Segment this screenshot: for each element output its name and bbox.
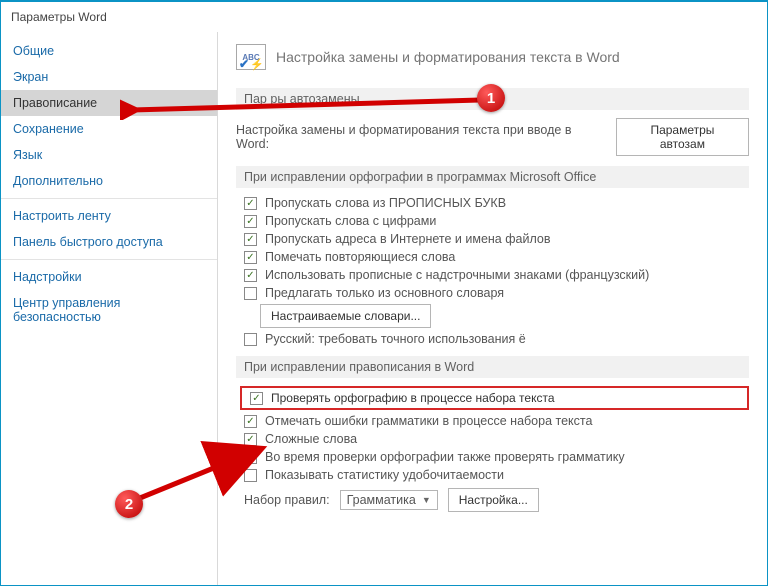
sidebar-item-proofing[interactable]: Правописание — [1, 90, 217, 116]
sidebar-item-save[interactable]: Сохранение — [1, 116, 217, 142]
proofing-icon: ABC ✔ ⚡ — [236, 44, 266, 70]
check-repeated: Помечать повторяющиеся слова — [244, 250, 749, 264]
checkbox[interactable] — [244, 287, 257, 300]
sidebar-item-trust-center[interactable]: Центр управления безопасностью — [1, 290, 217, 330]
check-grammar-with-spelling: Во время проверки орфографии также прове… — [244, 450, 749, 464]
sidebar-item-language[interactable]: Язык — [1, 142, 217, 168]
check-digits: Пропускать слова с цифрами — [244, 214, 749, 228]
check-grammar-as-type: Отмечать ошибки грамматики в процессе на… — [244, 414, 749, 428]
sidebar-item-general[interactable]: Общие — [1, 38, 217, 64]
custom-dictionaries-button[interactable]: Настраиваемые словари... — [260, 304, 431, 328]
check-internet: Пропускать адреса в Интернете и имена фа… — [244, 232, 749, 246]
ruleset-settings-button[interactable]: Настройка... — [448, 488, 539, 512]
sidebar-separator — [1, 198, 217, 199]
ruleset-label: Набор правил: — [244, 493, 330, 507]
check-readability: Показывать статистику удобочитаемости — [244, 468, 749, 482]
page-title: Настройка замены и форматирования текста… — [276, 49, 620, 65]
sidebar: Общие Экран Правописание Сохранение Язык… — [1, 32, 218, 585]
checkbox[interactable] — [244, 215, 257, 228]
sidebar-item-display[interactable]: Экран — [1, 64, 217, 90]
check-main-dict: Предлагать только из основного словаря — [244, 286, 749, 300]
checkbox[interactable] — [244, 197, 257, 210]
section-office-spelling: При исправлении орфографии в программах … — [236, 166, 749, 188]
sidebar-item-advanced[interactable]: Дополнительно — [1, 168, 217, 194]
annotation-balloon-2: 2 — [115, 490, 143, 518]
chevron-down-icon: ▼ — [422, 495, 431, 505]
ruleset-select[interactable]: Грамматика ▼ — [340, 490, 438, 510]
check-uppercase: Пропускать слова из ПРОПИСНЫХ БУКВ — [244, 196, 749, 210]
section-word-proofing: При исправлении правописания в Word — [236, 356, 749, 378]
checkbox[interactable] — [244, 251, 257, 264]
page-header: ABC ✔ ⚡ Настройка замены и форматировани… — [236, 44, 749, 70]
sidebar-item-quick-access[interactable]: Панель быстрого доступа — [1, 229, 217, 255]
lightning-icon: ⚡ — [250, 58, 264, 71]
sidebar-item-customize-ribbon[interactable]: Настроить ленту — [1, 203, 217, 229]
checkbox[interactable] — [244, 233, 257, 246]
sidebar-separator — [1, 259, 217, 260]
autocorrect-row: Настройка замены и форматирования текста… — [236, 118, 749, 156]
checkbox[interactable] — [244, 469, 257, 482]
check-complex-words: Сложные слова — [244, 432, 749, 446]
checkbox[interactable] — [244, 451, 257, 464]
main-panel: ABC ✔ ⚡ Настройка замены и форматировани… — [218, 32, 767, 585]
sidebar-item-addins[interactable]: Надстройки — [1, 264, 217, 290]
titlebar: Параметры Word — [1, 0, 767, 32]
check-spelling-as-type: Проверять орфографию в процессе набора т… — [271, 391, 555, 405]
autocorrect-options-button[interactable]: Параметры автозам — [616, 118, 749, 156]
annotation-balloon-1: 1 — [477, 84, 505, 112]
checkbox[interactable] — [244, 415, 257, 428]
check-french: Использовать прописные с надстрочными зн… — [244, 268, 749, 282]
checkbox[interactable] — [244, 433, 257, 446]
autocorrect-label: Настройка замены и форматирования текста… — [236, 123, 604, 151]
window-title: Параметры Word — [11, 10, 107, 24]
custom-dict-row: Настраиваемые словари... — [244, 304, 749, 328]
check-russian-yo: Русский: требовать точного использования… — [244, 332, 749, 346]
check-icon: ✔ — [239, 57, 249, 71]
highlighted-option: Проверять орфографию в процессе набора т… — [240, 386, 749, 410]
checkbox[interactable] — [250, 392, 263, 405]
checkbox[interactable] — [244, 333, 257, 346]
checkbox[interactable] — [244, 269, 257, 282]
ruleset-row: Набор правил: Грамматика ▼ Настройка... — [244, 488, 749, 512]
